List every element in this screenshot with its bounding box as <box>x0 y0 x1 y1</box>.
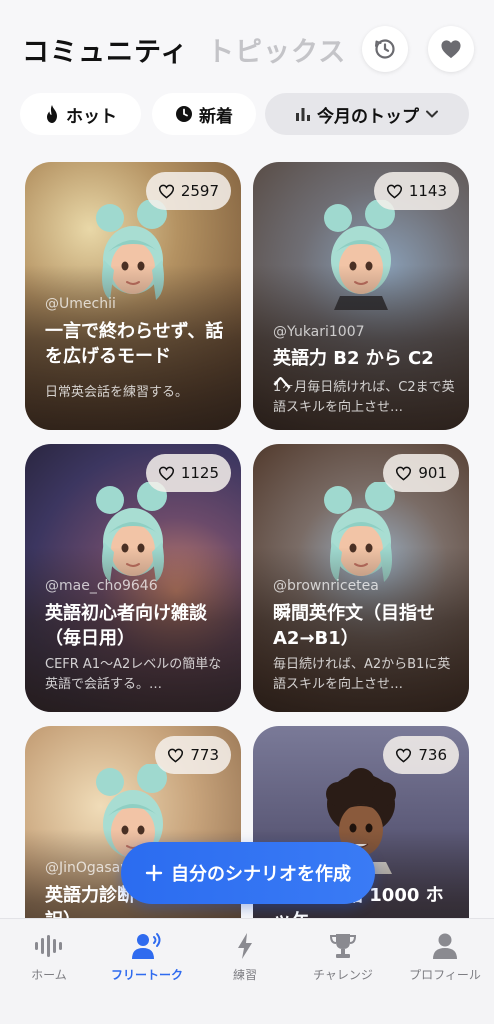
like-count-badge[interactable]: 901 <box>383 454 459 492</box>
filter-top-label: 今月のトップ <box>317 106 419 127</box>
plus-icon <box>145 864 163 882</box>
flame-icon <box>47 105 57 123</box>
speaking-person-icon <box>132 933 161 959</box>
heart-outline-icon <box>158 466 174 481</box>
clock-icon <box>176 106 192 122</box>
nav-label-challenge: チャレンジ <box>313 968 373 982</box>
heart-outline-icon <box>168 748 184 763</box>
scenario-description: 毎日続ければ、A2からB1に英語スキルを向上させ… <box>273 657 451 692</box>
heart-outline-icon <box>386 184 402 199</box>
trophy-icon <box>329 934 357 958</box>
author-handle: @brownricetea <box>273 578 379 594</box>
heart-outline-icon <box>396 466 412 481</box>
nav-label-free-talk: フリートーク <box>110 968 183 982</box>
nav-item-home[interactable]: ホーム <box>0 919 98 989</box>
filter-hot[interactable]: ホット <box>20 93 141 135</box>
nav-label-home: ホーム <box>31 968 67 982</box>
nav-label-practice: 練習 <box>232 968 257 982</box>
history-icon <box>375 39 395 59</box>
scenario-title: 英語初心者向け雑談（毎日用） <box>45 603 207 649</box>
like-count: 736 <box>418 746 447 764</box>
like-count-badge[interactable]: 1125 <box>145 454 231 492</box>
like-count: 901 <box>418 464 447 482</box>
tab-community[interactable]: コミュニティ <box>22 30 188 69</box>
lightning-icon <box>238 933 252 959</box>
create-scenario-label: 自分のシナリオを作成 <box>171 864 351 885</box>
scenario-title: 一言で終わらせず、話を広げるモード <box>45 321 224 367</box>
filter-hot-label: ホット <box>66 106 117 127</box>
filter-top-monthly[interactable]: 今月のトップ <box>265 93 469 135</box>
create-scenario-button[interactable]: 自分のシナリオを作成 <box>121 842 375 904</box>
scenario-title: 瞬間英作文（目指せA2→B1） <box>273 603 435 649</box>
nav-label-profile: プロフィール <box>409 968 481 982</box>
author-handle: @mae_cho9646 <box>45 578 158 594</box>
favorites-button[interactable] <box>428 26 474 72</box>
scenario-description: 日常英会話を練習する。 <box>45 385 189 400</box>
scenario-grid: 2597 @Umechii 一言で終わらせず、話を広げるモード 日常英会話を練習… <box>0 152 494 918</box>
app-screen: コミュニティ トピックス ホット 新着 今月のトップ 2597 @Umechii… <box>0 0 494 1024</box>
heart-outline-icon <box>396 748 412 763</box>
heart-outline-icon <box>158 184 174 199</box>
nav-item-free-talk[interactable]: フリートーク <box>98 919 196 989</box>
scenario-card[interactable]: 1125 @mae_cho9646 英語初心者向け雑談（毎日用） CEFR A1… <box>25 444 241 712</box>
author-handle: @Yukari1007 <box>273 324 365 340</box>
filter-new[interactable]: 新着 <box>152 93 256 135</box>
scenario-description: 1ヶ月毎日続ければ、C2まで英語スキルを向上させ… <box>273 380 455 415</box>
scenario-card[interactable]: 2597 @Umechii 一言で終わらせず、話を広げるモード 日常英会話を練習… <box>25 162 241 430</box>
bar-chart-icon <box>296 108 310 121</box>
heart-icon <box>441 40 461 59</box>
author-handle: @Umechii <box>45 296 116 312</box>
like-count: 1125 <box>180 464 219 482</box>
nav-item-challenge[interactable]: チャレンジ <box>294 919 392 989</box>
like-count-badge[interactable]: 1143 <box>373 172 459 210</box>
like-count: 2597 <box>180 182 219 200</box>
bottom-nav: ホーム フリートーク 練習 チャレンジ プロフィール <box>0 918 494 1024</box>
nav-item-profile[interactable]: プロフィール <box>396 919 494 989</box>
filter-new-label: 新着 <box>199 106 233 127</box>
tab-topics[interactable]: トピックス <box>207 30 346 69</box>
chevron-down-icon <box>426 110 438 118</box>
scenario-card[interactable]: 901 @brownricetea 瞬間英作文（目指せA2→B1） 毎日続ければ… <box>253 444 469 712</box>
history-button[interactable] <box>362 26 408 72</box>
waveform-icon <box>35 935 62 957</box>
like-count: 1143 <box>408 182 447 200</box>
like-count: 773 <box>190 746 219 764</box>
like-count-badge[interactable]: 2597 <box>145 172 231 210</box>
person-icon <box>433 933 457 959</box>
like-count-badge[interactable]: 773 <box>155 736 231 774</box>
header: コミュニティ トピックス ホット 新着 今月のトップ <box>0 0 494 152</box>
nav-item-practice[interactable]: 練習 <box>196 919 294 989</box>
scenario-card[interactable]: 1143 @Yukari1007 英語力 B2 から C2 へ 1ヶ月毎日続けれ… <box>253 162 469 430</box>
scenario-description: CEFR A1〜A2レベルの簡単な英語で会話する。… <box>45 657 222 692</box>
like-count-badge[interactable]: 736 <box>383 736 459 774</box>
